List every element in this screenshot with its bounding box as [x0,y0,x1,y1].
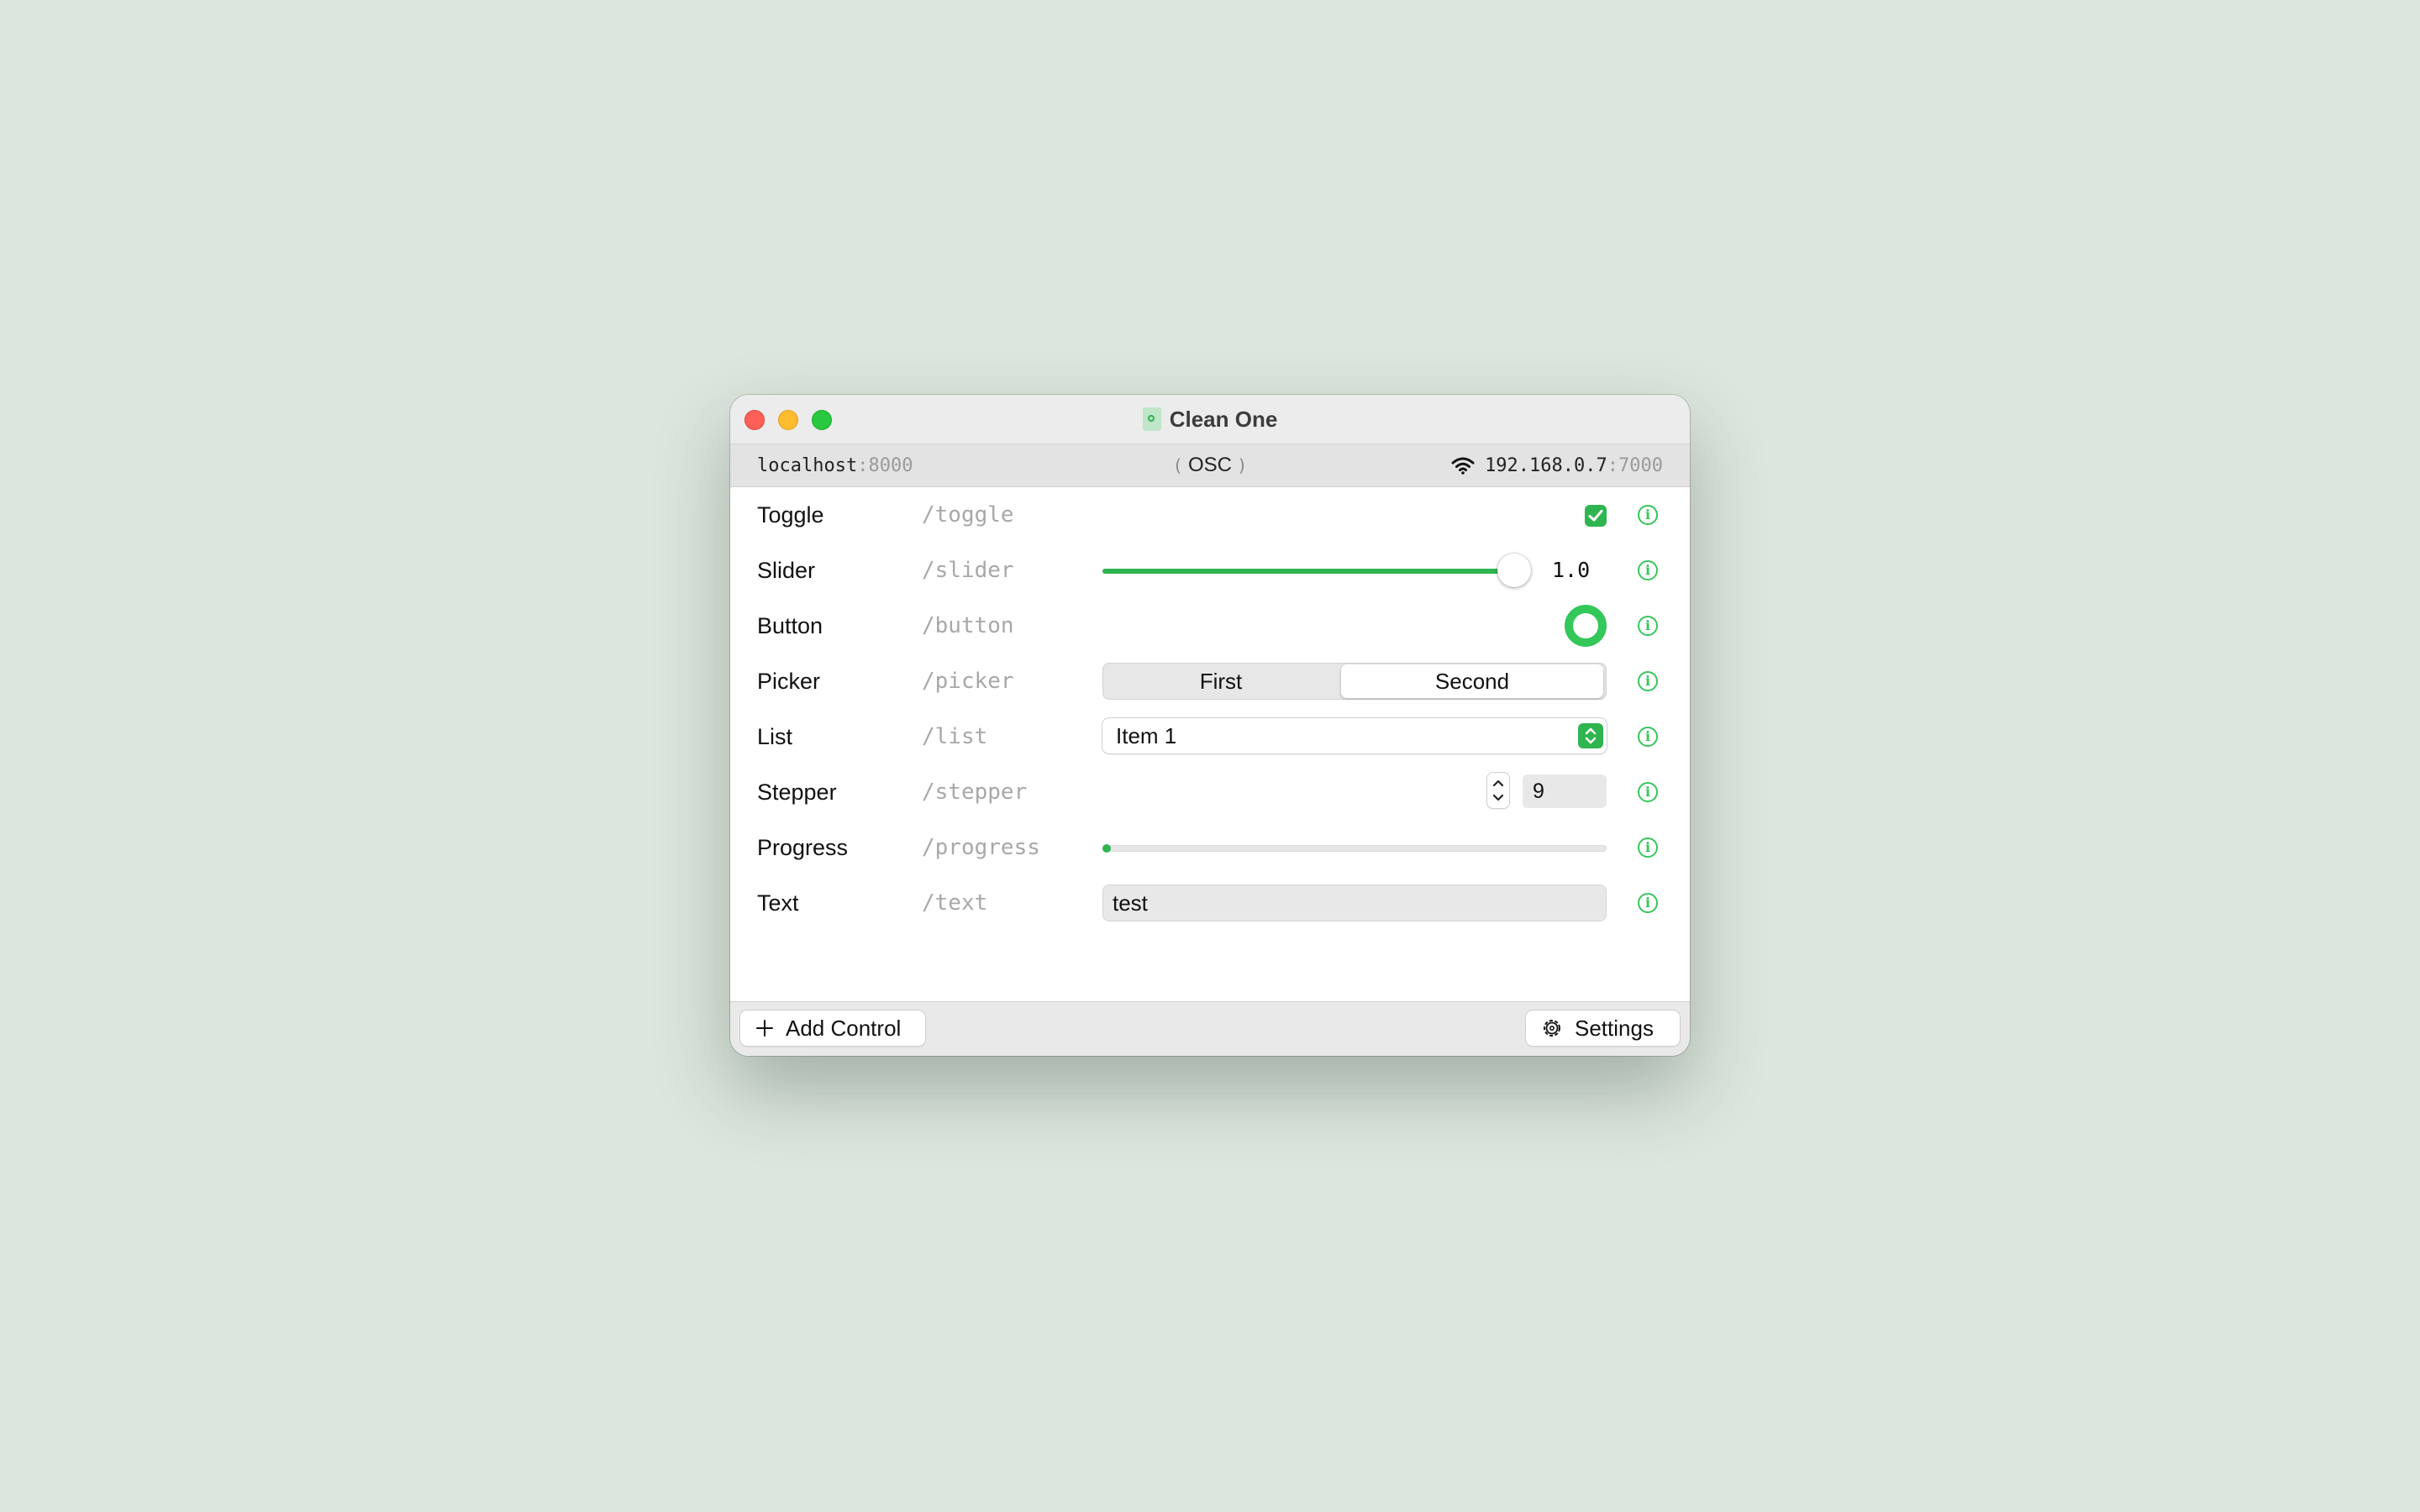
window-title: Clean One [1169,406,1278,432]
info-icon[interactable]: i [1638,560,1658,580]
settings-label: Settings [1575,1015,1654,1041]
control-path: /stepper [922,780,1028,805]
controls-list: Toggle /toggle i Slider /slider 1.0 i Bu… [730,487,1690,976]
info-icon[interactable]: i [1638,671,1658,691]
app-window: Clean One localhost:8000 ( OSC ) 192.168… [730,395,1690,1056]
wifi-icon [1451,457,1475,475]
control-row-list: List /list Item 1 i [730,709,1690,764]
control-label: Slider [757,558,816,583]
info-icon[interactable]: i [1638,782,1658,802]
stepper-value: 9 [1533,780,1544,803]
segmented-picker: First Second [1102,663,1607,700]
control-label: Text [757,890,799,916]
remote-address: 192.168.0.7:7000 [1451,444,1663,486]
gear-icon [1544,1020,1560,1037]
control-label: Progress [757,835,849,860]
plus-icon [756,1020,773,1037]
control-path: /list [922,724,988,749]
control-row-slider: Slider /slider 1.0 i [730,543,1690,598]
control-row-progress: Progress /progress i [730,820,1690,875]
title-bar: Clean One [730,395,1690,444]
control-row-text: Text /text test i [730,875,1690,931]
control-path: /slider [922,558,1014,583]
slider-value: 1.0 [1552,558,1591,582]
stepper-field[interactable]: 9 [1523,774,1607,808]
control-label: Toggle [757,502,824,528]
control-path: /progress [922,835,1040,860]
chevron-updown-icon [1492,780,1504,801]
document-icon [1142,407,1161,431]
protocol-label: OSC [1187,454,1232,476]
control-path: /picker [922,669,1014,694]
text-field[interactable]: test [1102,885,1607,921]
control-row-toggle: Toggle /toggle i [730,487,1690,543]
text-value: test [1113,890,1148,916]
list-popup-button[interactable]: Item 1 [1102,718,1607,753]
remote-host: 192.168.0.7 [1485,454,1607,476]
progress-bar [1102,844,1607,853]
chevron-updown-icon [1578,723,1603,748]
settings-button[interactable]: Settings [1526,1011,1680,1046]
segment-second[interactable]: Second [1341,664,1603,698]
control-row-picker: Picker /picker First Second i [730,654,1690,709]
info-icon[interactable]: i [1638,893,1658,913]
control-label: List [757,724,793,749]
checkmark-icon [1588,510,1603,522]
toggle-checkbox[interactable] [1585,505,1607,527]
control-label: Button [757,613,823,638]
slider-thumb[interactable] [1497,554,1531,587]
trigger-button[interactable] [1565,605,1607,647]
control-row-button: Button /button i [730,598,1690,654]
title-area: Clean One [730,395,1690,444]
bottom-bar: Add Control Settings [730,1001,1690,1056]
remote-port: :7000 [1607,454,1663,476]
info-icon[interactable]: i [1638,837,1658,858]
status-bar: localhost:8000 ( OSC ) 192.168.0.7:7000 [730,444,1690,487]
osc-broadcast-icon: ( [1175,455,1181,475]
info-icon[interactable]: i [1638,616,1658,636]
control-label: Stepper [757,780,837,805]
info-icon[interactable]: i [1638,505,1658,525]
segment-first[interactable]: First [1102,663,1339,700]
control-row-stepper: Stepper /stepper 9 i [730,764,1690,820]
control-path: /button [922,613,1014,638]
osc-broadcast-icon-right: ) [1239,455,1245,475]
control-label: Picker [757,669,821,694]
add-control-label: Add Control [786,1015,902,1041]
stepper-arrows[interactable] [1487,773,1509,808]
slider-track[interactable] [1102,569,1514,574]
popup-value: Item 1 [1116,723,1177,748]
control-path: /toggle [922,502,1014,528]
control-path: /text [922,890,988,916]
info-icon[interactable]: i [1638,727,1658,747]
slider-fill [1102,569,1514,574]
progress-fill [1102,844,1111,853]
add-control-button[interactable]: Add Control [740,1011,925,1046]
